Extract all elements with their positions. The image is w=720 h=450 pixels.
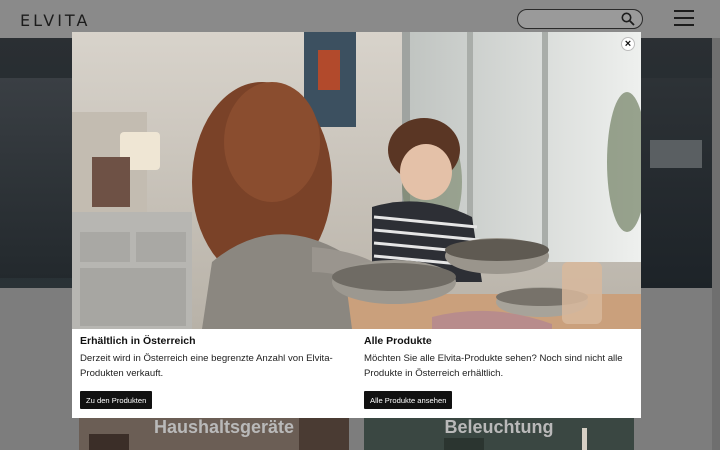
search-icon[interactable] xyxy=(621,12,635,26)
page-scrollbar[interactable] xyxy=(712,38,720,450)
kitchen-photo-illustration xyxy=(72,32,641,329)
all-products-text: Möchten Sie alle Elvita-Produkte sehen? … xyxy=(364,353,623,379)
all-products-title: Alle Produkte xyxy=(364,335,432,347)
view-all-products-button[interactable]: Alle Produkte ansehen xyxy=(364,391,453,409)
close-icon[interactable]: × xyxy=(621,37,635,51)
menu-icon[interactable] xyxy=(674,10,694,28)
all-products-section: Alle Produkte Möchten Sie alle Elvita-Pr… xyxy=(364,335,634,382)
category-title: Beleuchtung xyxy=(444,417,554,437)
austria-title: Erhältlich in Österreich xyxy=(80,335,196,347)
search-input[interactable] xyxy=(517,9,643,29)
modal-photo xyxy=(72,32,641,329)
page: ELVITA Haushaltsgeräte Beleuchtung × Erh… xyxy=(0,0,720,450)
austria-section: Erhältlich in Österreich Derzeit wird in… xyxy=(80,335,350,382)
elvita-logo[interactable]: ELVITA xyxy=(20,11,90,30)
country-modal: × Erhältlich in Österreich Derzeit wird … xyxy=(72,32,641,418)
hero-house xyxy=(650,140,702,168)
hero-left-scene xyxy=(0,78,72,278)
austria-text: Derzeit wird in Österreich eine begrenzt… xyxy=(80,353,333,379)
hero-right-scene xyxy=(640,78,712,288)
card-image-detail xyxy=(444,438,484,450)
view-products-button[interactable]: Zu den Produkten xyxy=(80,391,153,409)
category-title: Haushaltsgeräte xyxy=(153,417,295,437)
